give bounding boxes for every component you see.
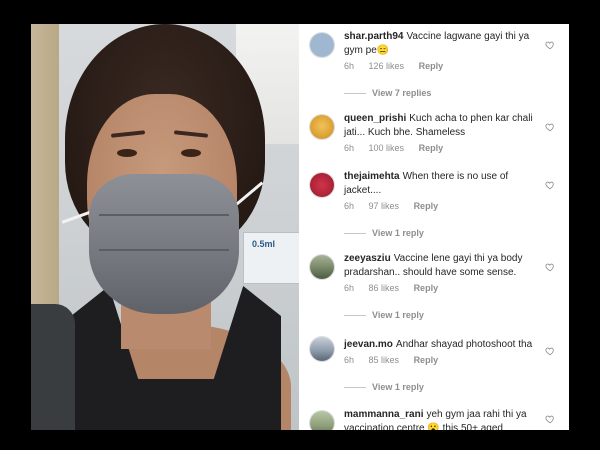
comment-time: 6h: [344, 283, 355, 293]
comment-text-block: shar.parth94 Vaccine lagwane gayi thi ya …: [344, 30, 544, 58]
comment-username[interactable]: mammanna_rani: [344, 409, 423, 420]
comment-time: 6h: [344, 355, 355, 365]
mask-fold: [99, 249, 229, 251]
vaccine-box-label: 0.5ml: [252, 239, 276, 249]
comment-likes[interactable]: 100 likes: [369, 143, 405, 153]
replies-line: [344, 387, 366, 389]
vaccine-box: 0.5ml: [243, 232, 299, 284]
view-replies-button[interactable]: View 1 reply: [344, 382, 424, 392]
comment-time: 6h: [344, 61, 355, 71]
comment-text-block: thejaimehta When there is no use of jacke…: [344, 170, 544, 198]
replies-line: [344, 233, 366, 235]
comment-username[interactable]: zeeyasziu: [344, 253, 391, 264]
view-replies-label: View 1 reply: [372, 310, 424, 320]
view-replies-label: View 1 reply: [372, 228, 424, 238]
bag-strap: [31, 304, 75, 430]
reply-button[interactable]: Reply: [419, 61, 444, 71]
heart-icon[interactable]: [545, 122, 555, 132]
comment-text-block: queen_prishi Kuch acha to phen kar chali …: [344, 112, 544, 140]
avatar-image: [310, 255, 334, 279]
comments-panel: shar.parth94 Vaccine lagwane gayi thi ya …: [299, 24, 569, 430]
comment-username[interactable]: thejaimehta: [344, 171, 400, 182]
comment-time: 6h: [344, 143, 355, 153]
avatar-image: [310, 337, 334, 361]
comment-body: Andhar shayad photoshoot tha: [395, 339, 533, 350]
comment-username[interactable]: queen_prishi: [344, 113, 406, 124]
comment-text-block: jeevan.mo Andhar shayad photoshoot tha: [344, 338, 544, 352]
view-replies-label: View 7 replies: [372, 88, 432, 98]
comment-likes[interactable]: 86 likes: [369, 283, 400, 293]
comment-time: 6h: [344, 201, 355, 211]
comment-likes[interactable]: 126 likes: [369, 61, 405, 71]
replies-line: [344, 315, 366, 317]
avatar[interactable]: [309, 114, 335, 140]
comment-meta: 6h 85 likes Reply: [344, 355, 450, 365]
avatar-image: [310, 173, 334, 197]
comment-meta: 6h 126 likes Reply: [344, 61, 455, 71]
comment-meta: 6h 86 likes Reply: [344, 283, 450, 293]
heart-icon[interactable]: [545, 262, 555, 272]
view-replies-button[interactable]: View 7 replies: [344, 88, 431, 98]
reply-button[interactable]: Reply: [414, 283, 439, 293]
comment-meta: 6h 97 likes Reply: [344, 201, 450, 211]
avatar-image: [310, 115, 334, 139]
reply-button[interactable]: Reply: [414, 355, 439, 365]
avatar-image: [310, 411, 334, 430]
comment-meta: 6h 100 likes Reply: [344, 143, 455, 153]
avatar[interactable]: [309, 336, 335, 362]
avatar-image: [310, 33, 334, 57]
heart-icon[interactable]: [545, 40, 555, 50]
avatar[interactable]: [309, 172, 335, 198]
heart-icon[interactable]: [545, 346, 555, 356]
view-replies-label: View 1 reply: [372, 382, 424, 392]
view-replies-button[interactable]: View 1 reply: [344, 310, 424, 320]
reply-button[interactable]: Reply: [419, 143, 444, 153]
mask-fold: [99, 214, 229, 216]
comment-username[interactable]: jeevan.mo: [344, 339, 393, 350]
post-frame: 0.5ml shar.parth94 Vaccine lagwane gayi t…: [31, 24, 569, 430]
replies-line: [344, 93, 366, 95]
heart-icon[interactable]: [545, 414, 555, 424]
left-eye: [117, 149, 137, 157]
avatar[interactable]: [309, 410, 335, 430]
reply-button[interactable]: Reply: [414, 201, 439, 211]
comment-likes[interactable]: 97 likes: [369, 201, 400, 211]
heart-icon[interactable]: [545, 180, 555, 190]
view-replies-button[interactable]: View 1 reply: [344, 228, 424, 238]
post-photo: 0.5ml: [31, 24, 299, 430]
avatar[interactable]: [309, 32, 335, 58]
comment-text-block: mammanna_rani yeh gym jaa rahi thi ya vac…: [344, 408, 544, 430]
comment-likes[interactable]: 85 likes: [369, 355, 400, 365]
right-eye: [181, 149, 201, 157]
avatar[interactable]: [309, 254, 335, 280]
comment-text-block: zeeyasziu Vaccine lene gayi thi ya body p…: [344, 252, 544, 280]
comment-username[interactable]: shar.parth94: [344, 31, 403, 42]
face-mask: [89, 174, 239, 314]
